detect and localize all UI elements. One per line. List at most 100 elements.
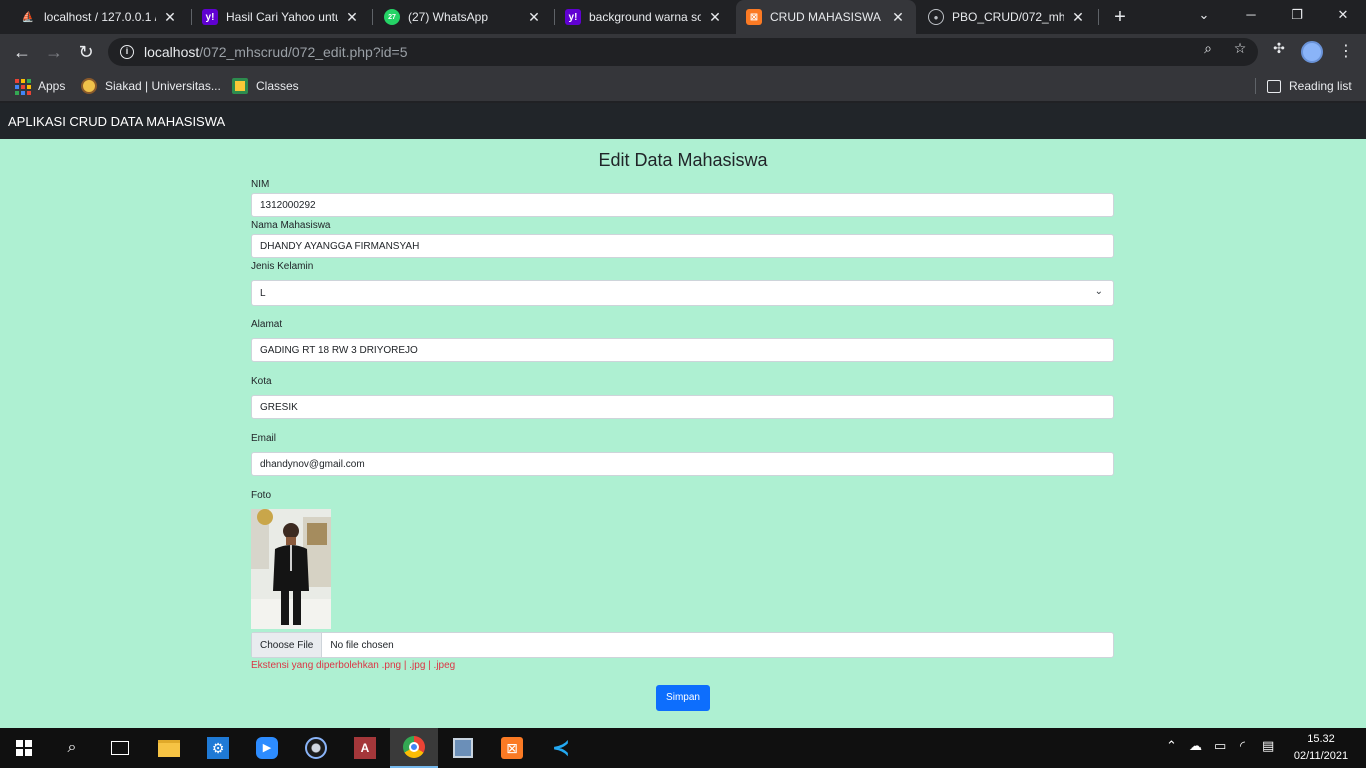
choose-file-button[interactable]: Choose File (252, 633, 323, 657)
whatsapp-icon: 27 (384, 9, 400, 25)
forward-button[interactable]: → (42, 40, 66, 64)
file-explorer-button[interactable] (145, 728, 193, 768)
xampp-button[interactable]: ⊠ (488, 728, 536, 768)
close-icon[interactable]: ✕ (526, 9, 542, 25)
browser-toolbar: ← → ↻ i localhost/072_mhscrud/072_edit.p… (0, 34, 1366, 70)
tab-crud-mahasiswa[interactable]: ⊠ CRUD MAHASISWA ✕ (736, 0, 916, 34)
battery-icon[interactable]: ▭ (1214, 738, 1226, 754)
extensions-puzzle-icon[interactable]: ✣ (1271, 40, 1287, 56)
tab-github[interactable]: ● PBO_CRUD/072_mhscr ✕ (918, 0, 1096, 34)
jenis-kelamin-select[interactable]: L ⌄ (251, 280, 1114, 306)
kota-input[interactable]: GRESIK (251, 395, 1114, 419)
tab-title: (27) WhatsApp (408, 10, 489, 24)
task-view-button[interactable] (96, 728, 144, 768)
profile-avatar[interactable] (1301, 41, 1323, 63)
apps-grid-icon (14, 78, 31, 95)
alamat-input[interactable]: GADING RT 18 RW 3 DRIYOREJO (251, 338, 1114, 362)
xampp-icon: ⊠ (746, 9, 762, 25)
page-title: Edit Data Mahasiswa (598, 150, 768, 170)
vscode-button[interactable]: ≺ (537, 728, 585, 768)
tab-title: CRUD MAHASISWA (770, 10, 881, 24)
media-app-button[interactable] (292, 728, 340, 768)
bookmark-star-icon[interactable]: ☆ (1232, 40, 1248, 56)
settings-button[interactable]: ⚙ (194, 728, 242, 768)
access-button[interactable]: A (341, 728, 389, 768)
close-icon[interactable]: ✕ (707, 9, 723, 25)
task-view-icon (111, 741, 129, 755)
url-host: localhost (144, 44, 200, 60)
tab-yahoo-search[interactable]: y! Hasil Cari Yahoo untuk ✕ (192, 0, 370, 34)
site-info-icon[interactable]: i (120, 45, 134, 59)
foto-file-input[interactable]: Choose File No file chosen (251, 632, 1114, 658)
search-button[interactable]: ⌕ (48, 728, 96, 768)
wifi-icon[interactable]: ◜ (1240, 738, 1245, 754)
system-clock[interactable]: 15.32 02/11/2021 (1290, 731, 1352, 765)
close-icon[interactable]: ✕ (162, 9, 178, 25)
zoom-button[interactable]: ▶ (243, 728, 291, 768)
bookmark-classes[interactable]: Classes (232, 76, 299, 96)
new-tab-button[interactable]: + (1108, 5, 1132, 29)
siakad-icon (81, 78, 97, 94)
github-icon: ● (928, 9, 944, 25)
browser-menu-icon[interactable]: ⋮ (1338, 42, 1354, 62)
installer-button[interactable] (439, 728, 487, 768)
notification-icon[interactable]: ▤ (1262, 738, 1274, 754)
file-extension-hint: Ekstensi yang diperbolehkan .png | .jpg … (251, 660, 456, 671)
jenis-kelamin-value: L (260, 287, 266, 299)
access-icon: A (354, 737, 376, 759)
close-icon[interactable]: ✕ (344, 9, 360, 25)
tab-search-chevron-icon[interactable]: ⌄ (1181, 0, 1227, 30)
close-icon[interactable]: ✕ (1070, 9, 1086, 25)
kota-label: Kota (251, 376, 272, 387)
nim-label: NIM (251, 179, 270, 190)
bookmark-siakad[interactable]: Siakad | Universitas... (81, 76, 221, 96)
chrome-button[interactable] (390, 728, 438, 768)
bookmark-label: Apps (38, 79, 66, 93)
app-navbar: APLIKASI CRUD DATA MAHASISWA (0, 103, 1366, 139)
reload-button[interactable]: ↻ (74, 40, 98, 64)
foto-label: Foto (251, 490, 272, 501)
clock-time: 15.32 (1307, 733, 1335, 745)
phpmyadmin-icon: ⛵ (21, 11, 35, 23)
tab-title: PBO_CRUD/072_mhscr (952, 10, 1064, 24)
url-path: /072_mhscrud/072_edit.php?id=5 (199, 44, 408, 60)
restore-button[interactable]: ❐ (1274, 0, 1320, 30)
file-chosen-status: No file chosen (330, 639, 394, 651)
close-icon[interactable]: ✕ (890, 9, 906, 25)
onedrive-icon[interactable]: ☁ (1189, 738, 1202, 754)
tab-title: background warna soft (589, 10, 701, 24)
app-brand[interactable]: APLIKASI CRUD DATA MAHASISWA (8, 114, 225, 129)
close-window-button[interactable]: ✕ (1320, 0, 1366, 30)
windows-taskbar: ⌕ ⚙ ▶ A ⊠ ≺ ⌃ ☁ ▭ ◜ ▤ 15.32 02/11/2021 (0, 728, 1366, 768)
folder-icon (158, 739, 180, 757)
nama-input[interactable]: DHANDY AYANGGA FIRMANSYAH (251, 234, 1114, 258)
simpan-button[interactable]: Simpan (656, 685, 710, 711)
vscode-icon: ≺ (551, 735, 571, 760)
tab-divider (1098, 9, 1099, 25)
yahoo-icon: y! (565, 9, 581, 25)
address-bar[interactable]: i localhost/072_mhscrud/072_edit.php?id=… (108, 38, 1258, 66)
edit-form-page: Edit Data Mahasiswa NIM 1312000292 Nama … (0, 139, 1366, 728)
zoom-icon[interactable]: ⌕ (1200, 40, 1216, 56)
minimize-button[interactable]: ─ (1228, 0, 1274, 30)
zoom-icon: ▶ (256, 737, 278, 759)
jenis-kelamin-label: Jenis Kelamin (251, 261, 314, 272)
start-button[interactable] (0, 728, 48, 768)
reading-list-label: Reading list (1289, 79, 1352, 93)
back-button[interactable]: ← (10, 40, 34, 64)
chevron-down-icon: ⌄ (1094, 286, 1103, 297)
circle-app-icon (305, 737, 327, 759)
tab-yahoo-background[interactable]: y! background warna soft ✕ (555, 0, 733, 34)
tab-phpmyadmin[interactable]: ⛵ localhost / 127.0.0.1 / ( ✕ (10, 0, 188, 34)
tab-whatsapp[interactable]: 27 (27) WhatsApp ✕ (374, 0, 552, 34)
student-photo-image (251, 509, 331, 629)
search-icon: ⌕ (67, 739, 77, 756)
classes-icon (232, 78, 248, 94)
reading-list-button[interactable]: Reading list (1267, 76, 1352, 96)
clock-date: 02/11/2021 (1293, 750, 1349, 762)
reading-list-icon (1267, 79, 1281, 93)
tray-expand-icon[interactable]: ⌃ (1166, 738, 1177, 754)
nim-input[interactable]: 1312000292 (251, 193, 1114, 217)
bookmark-apps[interactable]: Apps (14, 76, 65, 96)
email-input[interactable]: dhandynov@gmail.com (251, 452, 1114, 476)
